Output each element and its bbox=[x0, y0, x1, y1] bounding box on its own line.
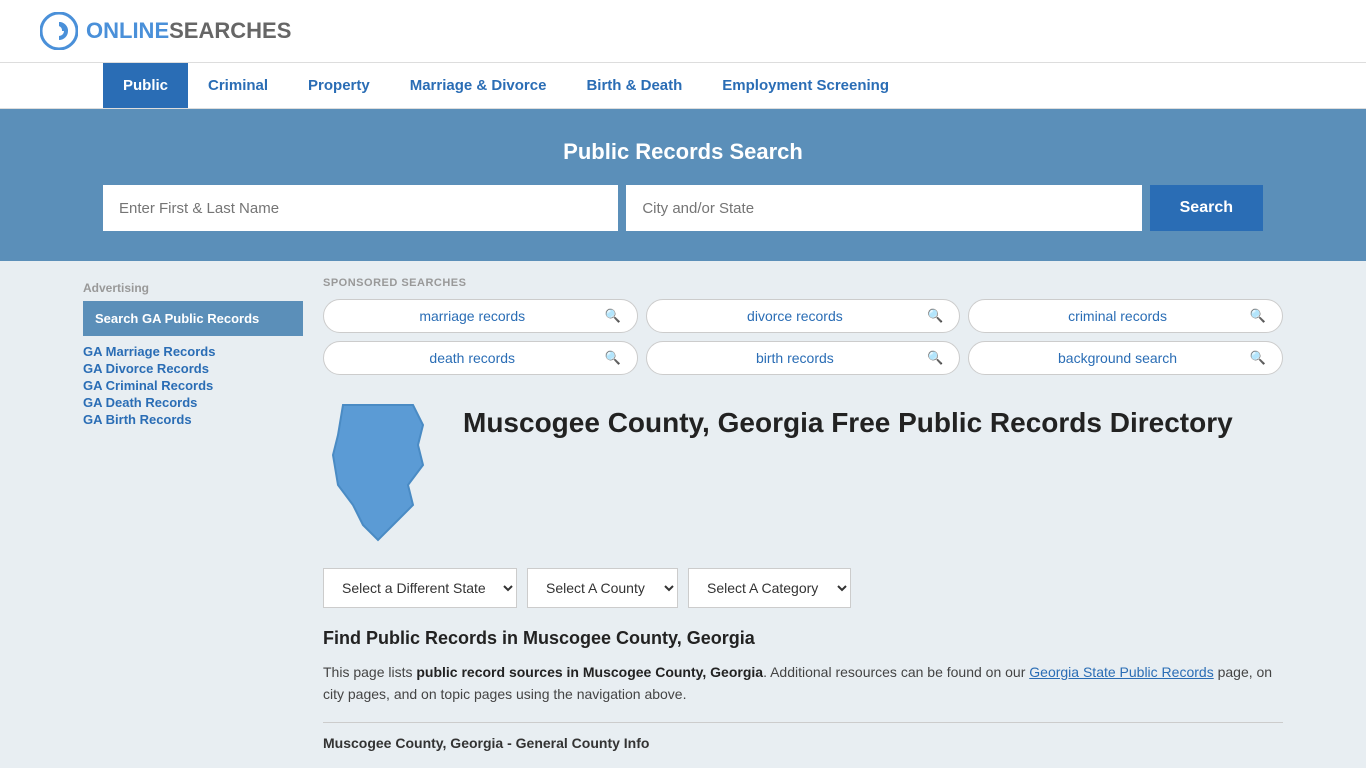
sponsored-pill-marriage-text: marriage records bbox=[340, 308, 604, 324]
content-area: SPONSORED SEARCHES marriage records 🔍 di… bbox=[323, 261, 1283, 767]
nav-item-employment[interactable]: Employment Screening bbox=[702, 63, 909, 108]
logo: ONLINESEARCHES bbox=[40, 12, 291, 50]
search-icon-death: 🔍 bbox=[604, 350, 620, 366]
sponsored-pill-birth-text: birth records bbox=[663, 350, 927, 366]
sidebar-link-criminal[interactable]: GA Criminal Records bbox=[83, 378, 303, 393]
nav-item-marriage-divorce[interactable]: Marriage & Divorce bbox=[390, 63, 567, 108]
city-input[interactable] bbox=[626, 185, 1141, 231]
sidebar: Advertising Search GA Public Records GA … bbox=[83, 261, 303, 767]
search-row: Search bbox=[103, 185, 1263, 231]
find-section-text: This page lists public record sources in… bbox=[323, 661, 1283, 706]
general-info-subtitle: Muscogee County, Georgia - General Count… bbox=[323, 735, 1283, 751]
sponsored-pill-death[interactable]: death records 🔍 bbox=[323, 341, 638, 375]
sponsored-pill-divorce-text: divorce records bbox=[663, 308, 927, 324]
sponsored-pill-birth[interactable]: birth records 🔍 bbox=[646, 341, 961, 375]
sponsored-label: SPONSORED SEARCHES bbox=[323, 277, 1283, 289]
logo-text: ONLINESEARCHES bbox=[86, 18, 291, 44]
find-text-after: . Additional resources can be found on o… bbox=[763, 664, 1029, 680]
find-text-bold: public record sources in Muscogee County… bbox=[416, 664, 763, 680]
nav-item-public[interactable]: Public bbox=[103, 63, 188, 108]
search-icon-background: 🔍 bbox=[1250, 350, 1266, 366]
main-nav: Public Criminal Property Marriage & Divo… bbox=[0, 63, 1366, 109]
sponsored-pill-criminal-text: criminal records bbox=[985, 308, 1249, 324]
logo-icon bbox=[40, 12, 78, 50]
nav-item-property[interactable]: Property bbox=[288, 63, 390, 108]
dropdown-row: Select a Different State Select A County… bbox=[323, 568, 1283, 608]
sidebar-link-death[interactable]: GA Death Records bbox=[83, 395, 303, 410]
county-area: Muscogee County, Georgia Free Public Rec… bbox=[323, 395, 1283, 548]
search-icon-divorce: 🔍 bbox=[927, 308, 943, 324]
search-button[interactable]: Search bbox=[1150, 185, 1263, 231]
sponsored-pill-background-text: background search bbox=[985, 350, 1249, 366]
search-icon-criminal: 🔍 bbox=[1250, 308, 1266, 324]
sidebar-link-divorce[interactable]: GA Divorce Records bbox=[83, 361, 303, 376]
search-banner: Public Records Search Search bbox=[0, 109, 1366, 261]
section-divider bbox=[323, 722, 1283, 723]
sidebar-ad-box[interactable]: Search GA Public Records bbox=[83, 301, 303, 336]
main-content: Advertising Search GA Public Records GA … bbox=[63, 261, 1303, 767]
logo-searches: SEARCHES bbox=[169, 18, 291, 43]
sponsored-pill-marriage[interactable]: marriage records 🔍 bbox=[323, 299, 638, 333]
search-icon-marriage: 🔍 bbox=[604, 308, 620, 324]
sponsored-pill-divorce[interactable]: divorce records 🔍 bbox=[646, 299, 961, 333]
nav-item-birth-death[interactable]: Birth & Death bbox=[566, 63, 702, 108]
sidebar-link-marriage[interactable]: GA Marriage Records bbox=[83, 344, 303, 359]
find-text-before: This page lists bbox=[323, 664, 416, 680]
nav-item-criminal[interactable]: Criminal bbox=[188, 63, 288, 108]
banner-title: Public Records Search bbox=[40, 139, 1326, 165]
name-input[interactable] bbox=[103, 185, 618, 231]
state-dropdown[interactable]: Select a Different State bbox=[323, 568, 517, 608]
find-section-title: Find Public Records in Muscogee County, … bbox=[323, 628, 1283, 649]
county-dropdown[interactable]: Select A County bbox=[527, 568, 678, 608]
county-title: Muscogee County, Georgia Free Public Rec… bbox=[463, 395, 1233, 441]
sponsored-pill-criminal[interactable]: criminal records 🔍 bbox=[968, 299, 1283, 333]
sponsored-pill-background[interactable]: background search 🔍 bbox=[968, 341, 1283, 375]
state-map bbox=[323, 395, 443, 548]
header: ONLINESEARCHES bbox=[0, 0, 1366, 63]
nav-inner: Public Criminal Property Marriage & Divo… bbox=[63, 63, 1303, 108]
sponsored-grid: marriage records 🔍 divorce records 🔍 cri… bbox=[323, 299, 1283, 375]
category-dropdown[interactable]: Select A Category bbox=[688, 568, 851, 608]
sidebar-links: GA Marriage Records GA Divorce Records G… bbox=[83, 344, 303, 427]
georgia-map-svg bbox=[323, 395, 443, 545]
sidebar-ad-label: Advertising bbox=[83, 281, 303, 295]
georgia-state-link[interactable]: Georgia State Public Records bbox=[1029, 664, 1213, 680]
search-icon-birth: 🔍 bbox=[927, 350, 943, 366]
logo-online: ONLINE bbox=[86, 18, 169, 43]
sponsored-pill-death-text: death records bbox=[340, 350, 604, 366]
sidebar-link-birth[interactable]: GA Birth Records bbox=[83, 412, 303, 427]
